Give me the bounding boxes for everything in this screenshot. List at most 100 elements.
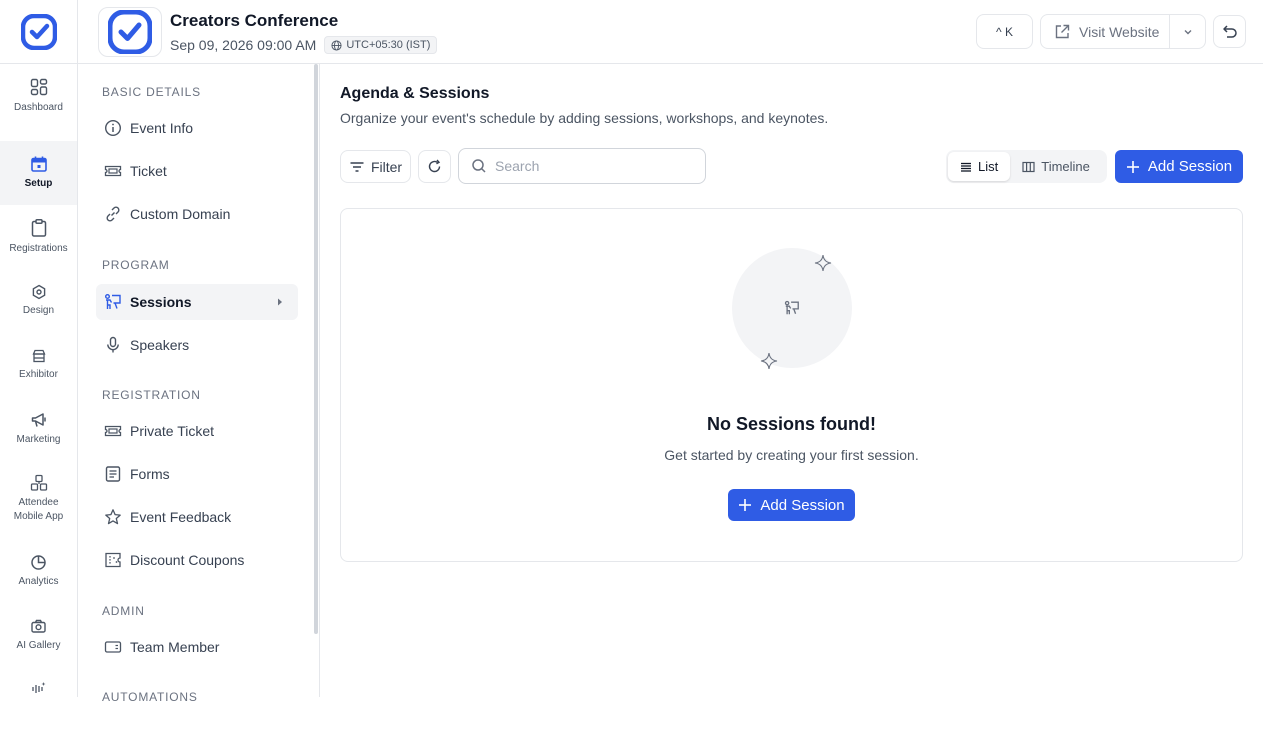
presentation-icon: [784, 300, 799, 315]
filter-button[interactable]: Filter: [340, 150, 411, 183]
top-header: Creators Conference Sep 09, 2026 09:00 A…: [0, 0, 1263, 64]
rail-label: Exhibitor: [19, 369, 58, 380]
list-icon: [961, 162, 971, 172]
sidebar-item-speakers[interactable]: Speakers: [96, 327, 298, 363]
view-timeline-button[interactable]: Timeline: [1010, 152, 1102, 181]
sidebar-scrollbar[interactable]: [314, 64, 318, 634]
sidebar-item-ticket[interactable]: Ticket: [96, 153, 298, 189]
section-heading-automations: AUTOMATIONS: [102, 690, 198, 704]
section-heading-admin: ADMIN: [102, 604, 145, 618]
ticket-icon: [104, 165, 122, 177]
search-input[interactable]: [495, 158, 695, 174]
rail-label-line2: Mobile App: [13, 511, 64, 522]
ticket-icon: [104, 425, 122, 437]
sidebar-item-sessions[interactable]: Sessions: [96, 284, 298, 320]
camera-icon: [31, 619, 46, 633]
rail-label: Dashboard: [14, 102, 63, 113]
visit-website-dropdown[interactable]: [1170, 15, 1205, 48]
visit-website-main[interactable]: Visit Website: [1041, 15, 1171, 48]
sidebar-item-forms[interactable]: Forms: [96, 456, 298, 492]
empty-add-session-button[interactable]: Add Session: [728, 489, 855, 521]
refresh-icon: [428, 159, 441, 173]
event-logo-icon: [108, 10, 152, 54]
sidebar-item-custom-domain[interactable]: Custom Domain: [96, 196, 298, 232]
timezone-badge: UTC+05:30 (IST): [324, 36, 438, 54]
section-heading-program: PROGRAM: [102, 258, 170, 272]
sidebar-item-label: Discount Coupons: [130, 552, 245, 568]
app-logo-icon: [20, 14, 57, 50]
rail-item-setup[interactable]: Setup: [0, 141, 77, 205]
rail-item-ai-gallery[interactable]: AI Gallery: [0, 603, 77, 667]
sidebar-item-label: Speakers: [130, 337, 190, 353]
rail-label: Registrations: [9, 243, 68, 254]
id-card-icon: [104, 641, 122, 653]
empty-state-description: Get started by creating your first sessi…: [664, 447, 919, 463]
mobile-app-icon: [30, 474, 47, 491]
event-title: Creators Conference: [170, 11, 339, 30]
rail-item-marketing[interactable]: Marketing: [0, 397, 77, 461]
refresh-button[interactable]: [418, 150, 451, 183]
shortcut-label: ^ K: [996, 24, 1013, 39]
link-icon: [106, 206, 120, 222]
chevron-down-icon: [1184, 29, 1192, 34]
sound-wave-icon: [31, 682, 45, 693]
primary-nav-rail: Dashboard Setup Registrations Design Exh…: [0, 64, 78, 697]
sidebar-item-label: Custom Domain: [130, 206, 231, 222]
visit-website-button[interactable]: Visit Website: [1040, 14, 1206, 49]
coupon-icon: [105, 552, 121, 568]
add-session-label: Add Session: [1147, 158, 1233, 175]
sidebar-item-discount-coupons[interactable]: Discount Coupons: [96, 542, 298, 578]
info-icon: [104, 119, 122, 137]
empty-state-illustration: [732, 248, 852, 368]
empty-add-session-label: Add Session: [760, 496, 845, 514]
rail-label: Analytics: [18, 575, 59, 587]
undo-icon: [1222, 24, 1237, 38]
calendar-icon: [30, 156, 47, 172]
plus-icon: [1126, 160, 1139, 173]
rail-label-line1: Attendee: [18, 497, 59, 508]
timezone-label: UTC+05:30 (IST): [346, 39, 431, 51]
form-icon: [105, 466, 121, 482]
app-logo[interactable]: [0, 0, 78, 64]
clipboard-icon: [31, 219, 46, 237]
search-box[interactable]: [458, 148, 706, 184]
store-icon: [32, 349, 45, 363]
sidebar-item-event-info[interactable]: Event Info: [96, 110, 298, 146]
undo-button[interactable]: [1213, 15, 1246, 48]
star-icon: [105, 509, 121, 525]
rail-label: Marketing: [16, 434, 61, 445]
filter-icon: [350, 161, 364, 172]
command-palette-button[interactable]: ^ K: [976, 14, 1033, 49]
sidebar-item-label: Event Feedback: [130, 509, 232, 525]
rail-item-exhibitor[interactable]: Exhibitor: [0, 333, 77, 397]
rail-item-dashboard[interactable]: Dashboard: [0, 64, 77, 128]
rail-item-attendee-app[interactable]: Attendee Mobile App: [0, 461, 77, 537]
external-link-icon: [1055, 24, 1070, 38]
sparkle-icon: [814, 254, 832, 272]
sidebar-item-team-member[interactable]: Team Member: [96, 629, 298, 665]
dashboard-icon: [30, 78, 47, 96]
rail-item-analytics[interactable]: Analytics: [0, 539, 77, 603]
megaphone-icon: [31, 413, 46, 427]
sidebar-item-label: Team Member: [130, 639, 220, 655]
section-heading-registration: REGISTRATION: [102, 388, 201, 402]
add-session-button[interactable]: Add Session: [1115, 150, 1243, 183]
event-logo[interactable]: [98, 7, 162, 57]
rail-item-design[interactable]: Design: [0, 269, 77, 333]
columns-icon: [1022, 161, 1035, 172]
sidebar-item-event-feedback[interactable]: Event Feedback: [96, 499, 298, 535]
visit-website-label: Visit Website: [1079, 23, 1160, 40]
view-toggle: List Timeline: [946, 150, 1107, 183]
sidebar-item-label: Forms: [130, 466, 170, 482]
chevron-right-icon: [278, 298, 282, 306]
sidebar-item-label: Ticket: [130, 163, 167, 179]
sidebar-item-label: Sessions: [130, 294, 192, 310]
sidebar-item-private-ticket[interactable]: Private Ticket: [96, 413, 298, 449]
rail-label: Attendee Mobile App: [14, 496, 63, 524]
rail-item-more[interactable]: [0, 667, 77, 731]
search-icon: [472, 159, 486, 173]
event-datetime: Sep 09, 2026 09:00 AM UTC+05:30 (IST): [170, 36, 438, 54]
view-list-button[interactable]: List: [948, 152, 1011, 181]
rail-item-registrations[interactable]: Registrations: [0, 205, 77, 269]
presentation-icon: [105, 294, 121, 309]
